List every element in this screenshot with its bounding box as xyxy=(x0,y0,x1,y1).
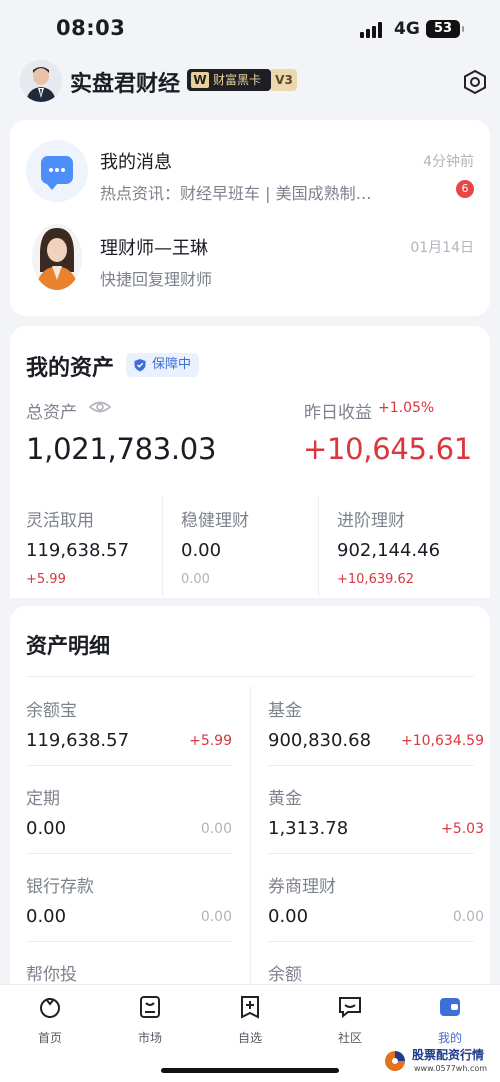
detail-change: +5.99 xyxy=(189,733,232,749)
vip-logo-icon: W xyxy=(191,72,209,88)
flexible-funds[interactable]: 灵活取用 119,638.57 +5.99 xyxy=(10,496,166,596)
advisor-subtitle: 快捷回复理财师 xyxy=(100,270,213,289)
tab-label: 市场 xyxy=(137,1031,162,1045)
detail-bank-deposit[interactable]: 银行存款 0.00 0.00 xyxy=(26,854,248,942)
home-indicator xyxy=(161,1068,339,1073)
tab-home[interactable]: 首页 xyxy=(0,993,100,1049)
advisor-row[interactable]: 理财师—王琳 快捷回复理财师 01月14日 xyxy=(10,120,490,290)
avatar[interactable] xyxy=(20,60,62,102)
sub-asset-label: 稳健理财 xyxy=(181,511,249,531)
sub-asset-value: 902,144.46 xyxy=(337,540,441,561)
detail-gold[interactable]: 黄金 1,313.78 +5.03 xyxy=(268,766,490,854)
network-type: 4G xyxy=(394,19,420,39)
divider xyxy=(26,676,474,677)
profile-wallet-icon xyxy=(440,998,460,1016)
detail-value: 1,313.78 xyxy=(268,818,349,839)
eye-icon[interactable] xyxy=(88,398,112,416)
detail-change: +10,634.59 xyxy=(401,733,484,749)
detail-label: 基金 xyxy=(268,701,302,721)
divider xyxy=(250,686,251,986)
tab-label: 自选 xyxy=(237,1031,262,1045)
profile-name: 实盘君财经 xyxy=(70,72,181,97)
detail-value: 900,830.68 xyxy=(268,730,372,751)
sub-asset-change: +10,639.62 xyxy=(337,572,415,587)
tab-label: 社区 xyxy=(337,1031,362,1045)
detail-label: 余额 xyxy=(268,965,302,985)
yesterday-earnings-pct: +1.05% xyxy=(378,400,435,416)
protection-label: 保障中 xyxy=(152,357,192,372)
detail-value: 0.00 xyxy=(26,818,67,839)
protection-badge[interactable]: 保障中 xyxy=(126,353,200,377)
sub-asset-change: 0.00 xyxy=(181,572,210,587)
profile-header: 实盘君财经 W 财富黑卡 V3 xyxy=(0,58,500,108)
detail-change: +5.03 xyxy=(441,821,484,837)
watchlist-icon xyxy=(241,996,259,1019)
sub-asset-value: 119,638.57 xyxy=(26,540,130,561)
vip-badge-label: 财富黑卡 xyxy=(213,73,262,87)
sub-asset-label: 灵活取用 xyxy=(26,511,94,531)
steady-investments[interactable]: 稳健理财 0.00 0.00 xyxy=(162,496,318,596)
detail-label: 帮你投 xyxy=(26,965,77,985)
advanced-investments[interactable]: 进阶理财 902,144.46 +10,639.62 xyxy=(318,496,474,596)
detail-fixed-term[interactable]: 定期 0.00 0.00 xyxy=(26,766,248,854)
yesterday-earnings-value: +10,645.61 xyxy=(303,432,472,466)
detail-yuebao[interactable]: 余额宝 119,638.57 +5.99 xyxy=(26,678,248,766)
advisor-avatar xyxy=(32,224,82,290)
detail-label: 余额宝 xyxy=(26,701,77,721)
market-icon xyxy=(140,996,160,1018)
vip-level: V3 xyxy=(271,69,297,91)
messages-card: 我的消息 热点资讯：财经早班车 | 美国成熟制… 4分钟前 6 理财师—王琳 快… xyxy=(10,120,490,316)
sub-asset-label: 进阶理财 xyxy=(337,511,405,531)
detail-value: 0.00 xyxy=(26,906,67,927)
total-assets-value: 1,021,783.03 xyxy=(26,432,217,466)
home-icon xyxy=(40,998,60,1018)
status-bar: 08:03 4G 53 xyxy=(0,0,500,58)
total-assets-label: 总资产 xyxy=(26,403,77,423)
detail-label: 定期 xyxy=(26,789,60,809)
tab-mine[interactable]: 我的 xyxy=(400,993,500,1049)
shield-icon xyxy=(134,359,146,372)
detail-label: 黄金 xyxy=(268,789,302,809)
sub-asset-change: +5.99 xyxy=(26,572,66,587)
battery-level: 53 xyxy=(433,21,453,36)
my-assets-card: 我的资产 保障中 总资产 1,021,783.03 昨日收益 +1.05% +1… xyxy=(10,326,490,598)
details-title: 资产明细 xyxy=(26,634,110,658)
tab-label: 首页 xyxy=(37,1031,62,1045)
detail-value: 0.00 xyxy=(268,906,309,927)
sub-asset-value: 0.00 xyxy=(181,540,222,561)
tab-market[interactable]: 市场 xyxy=(100,993,200,1049)
tab-watchlist[interactable]: 自选 xyxy=(200,993,300,1049)
yesterday-earnings-label: 昨日收益 xyxy=(304,403,372,423)
detail-broker-wealth[interactable]: 券商理财 0.00 0.00 xyxy=(268,854,490,942)
status-time: 08:03 xyxy=(56,16,126,40)
detail-value: 119,638.57 xyxy=(26,730,130,751)
detail-label: 银行存款 xyxy=(26,877,94,897)
detail-funds[interactable]: 基金 900,830.68 +10,634.59 xyxy=(268,678,490,766)
advisor-time: 01月14日 xyxy=(410,240,474,256)
detail-change: 0.00 xyxy=(200,909,232,925)
watermark-logo-icon xyxy=(385,1051,405,1071)
asset-details-card: 资产明细 余额宝 119,638.57 +5.99 定期 0.00 0.00 银… xyxy=(10,606,490,986)
settings-icon[interactable] xyxy=(461,68,489,96)
assets-title: 我的资产 xyxy=(26,356,115,381)
advisor-title: 理财师—王琳 xyxy=(100,238,208,259)
tab-community[interactable]: 社区 xyxy=(300,993,400,1049)
signal-icon xyxy=(360,22,386,38)
tab-label: 我的 xyxy=(437,1031,462,1045)
watermark-url: www.0577wh.com xyxy=(414,1064,488,1073)
battery-icon: 53 xyxy=(426,20,464,38)
detail-change: 0.00 xyxy=(452,909,484,925)
detail-label: 券商理财 xyxy=(268,877,336,897)
watermark: 股票配资行情 www.0577wh.com xyxy=(384,1046,498,1080)
detail-change: 0.00 xyxy=(200,821,232,837)
vip-badge[interactable]: W 财富黑卡 xyxy=(187,69,271,91)
watermark-title: 股票配资行情 xyxy=(412,1048,485,1062)
community-icon xyxy=(339,997,361,1019)
